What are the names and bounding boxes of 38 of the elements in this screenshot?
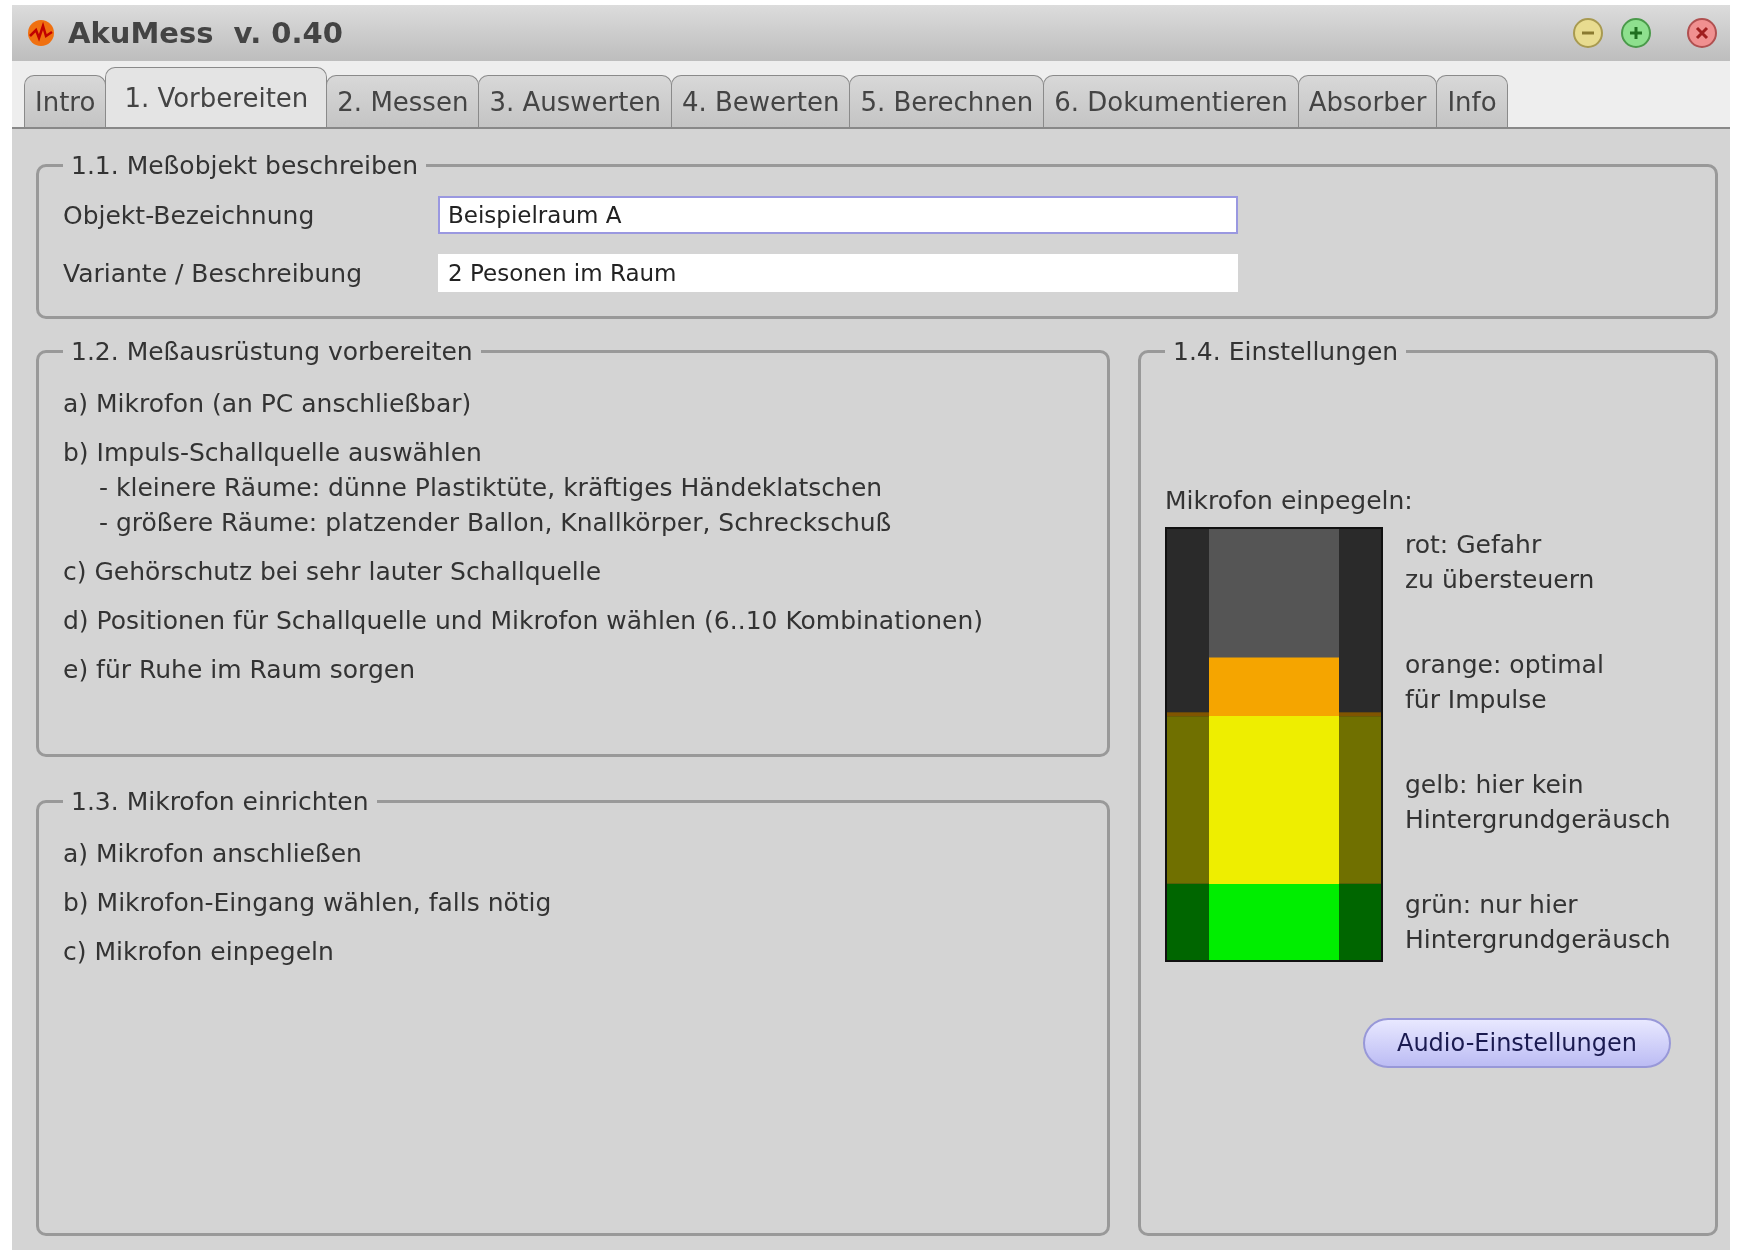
minimize-icon[interactable] (1572, 17, 1604, 49)
instruction-text: - kleinere Räume: dünne Plastiktüte, kräftiges Händeklatschen (98, 472, 884, 504)
instruction-text: e) für Ruhe im Raum sorgen (63, 654, 416, 686)
tab[interactable]: Info (1436, 75, 1508, 127)
tab[interactable]: 3. Auswerten (478, 75, 672, 127)
instruction-text: b) Impuls-Schallquelle auswählen (63, 437, 483, 469)
audio-settings-button[interactable]: Audio-Einstellungen (1363, 1018, 1671, 1068)
tab[interactable]: 5. Berechnen (849, 75, 1045, 127)
tab[interactable]: 4. Bewerten (670, 75, 851, 127)
maximize-icon[interactable] (1620, 17, 1652, 49)
window-title: AkuMess v. 0.40 (68, 16, 343, 50)
group-title: 1.3. Mikrofon einrichten (70, 787, 370, 816)
group-title: 1.2. Meßausrüstung vorbereiten (70, 337, 474, 366)
legend-text: gelb: hier kein Hintergrundgeräusch (1405, 769, 1671, 836)
logo-icon (26, 18, 56, 48)
tab[interactable]: 2. Messen (326, 75, 480, 127)
group-title: 1.4. Einstellungen (1172, 337, 1400, 366)
tab[interactable]: Absorber (1297, 75, 1438, 127)
text-field[interactable]: 2 Pesonen im Raum (438, 254, 1238, 292)
legend-text: rot: Gefahr zu übersteuern (1405, 529, 1596, 596)
instruction-text: b) Mikrofon-Eingang wählen, falls nötig (63, 887, 553, 919)
tab[interactable]: Intro (24, 75, 107, 127)
field-label: Objekt-Bezeichnung (63, 200, 316, 230)
legend-text: grün: nur hier Hintergrundgeräusch (1405, 889, 1671, 956)
instruction-text: c) Gehörschutz bei sehr lauter Schallquelle (63, 556, 603, 588)
legend-text: orange: optimal für Impulse (1405, 649, 1605, 716)
meter-label: Mikrofon einpegeln: (1165, 486, 1414, 515)
instruction-text: d) Positionen für Schallquelle und Mikrofon wählen (6..10 Kombinationen) (63, 605, 985, 637)
instruction-text: a) Mikrofon (an PC anschließbar) (63, 388, 473, 420)
tab[interactable]: 6. Dokumentieren (1043, 75, 1299, 127)
instruction-text: - größere Räume: platzender Ballon, Knallkörper, Schreckschuß (98, 507, 893, 539)
tab[interactable]: 1. Vorbereiten (105, 67, 328, 127)
instruction-text: a) Mikrofon anschließen (63, 838, 363, 870)
instruction-text: c) Mikrofon einpegeln (63, 936, 335, 968)
group-title: 1.1. Meßobjekt beschreiben (70, 151, 420, 180)
close-icon[interactable] (1686, 17, 1718, 49)
field-label: Variante / Beschreibung (63, 258, 363, 288)
text-field[interactable]: Beispielraum A (438, 196, 1238, 234)
